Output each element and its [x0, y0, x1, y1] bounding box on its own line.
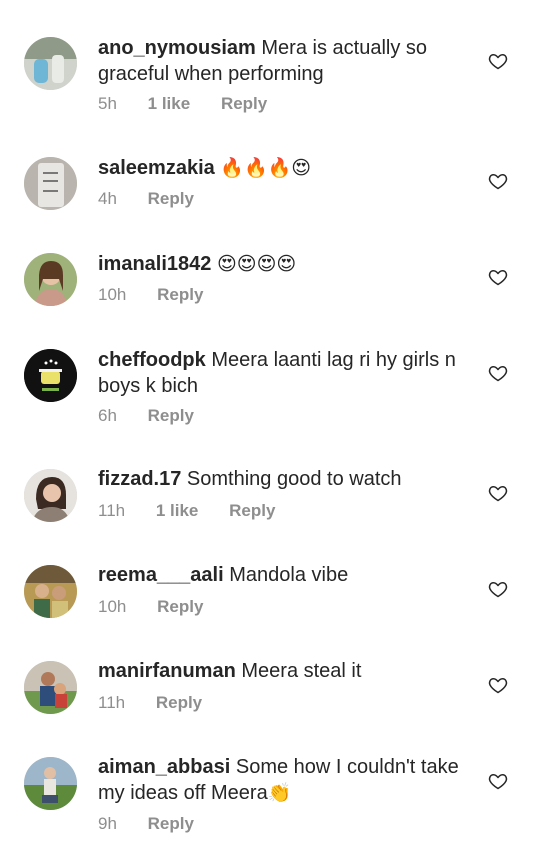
- comment-body: Mandola vibe: [229, 564, 349, 586]
- reply-button[interactable]: Reply: [156, 693, 202, 713]
- comment-text: ano_nymousiam Mera is actually so gracef…: [98, 35, 478, 87]
- avatar[interactable]: [24, 661, 77, 714]
- comment-username[interactable]: imanali1842: [98, 253, 211, 275]
- comment-text: saleemzakia 🔥🔥🔥😍: [98, 155, 478, 181]
- reply-button[interactable]: Reply: [221, 94, 267, 114]
- comment-meta: 11h Reply: [98, 693, 228, 713]
- comment-time: 6h: [98, 406, 117, 425]
- comment-username[interactable]: cheffoodpk: [98, 349, 206, 371]
- comment-time: 10h: [98, 285, 127, 304]
- comment-emoji: 😍😍😍😍: [216, 253, 297, 275]
- heart-outline-icon[interactable]: [488, 51, 508, 71]
- comment-username[interactable]: aiman_abbasi: [98, 756, 230, 778]
- avatar[interactable]: [24, 757, 77, 810]
- comment-body: Meera steal it: [241, 660, 362, 682]
- avatar[interactable]: [24, 349, 77, 402]
- avatar[interactable]: [24, 565, 77, 618]
- comment-time: 4h: [98, 189, 117, 208]
- heart-outline-icon[interactable]: [488, 675, 508, 695]
- heart-outline-icon[interactable]: [488, 363, 508, 383]
- comment-time: 11h: [98, 693, 126, 712]
- comment-username[interactable]: fizzad.17: [98, 468, 181, 490]
- comment-meta: 5h 1 like Reply: [98, 94, 293, 114]
- comment-text: fizzad.17 Somthing good to watch: [98, 466, 478, 492]
- comment-meta: 11h 1 like Reply: [98, 501, 301, 521]
- reply-button[interactable]: Reply: [157, 285, 203, 305]
- comment-text: aiman_abbasi Some how I couldn't take my…: [98, 754, 478, 806]
- comment-username[interactable]: ano_nymousiam: [98, 37, 256, 59]
- heart-outline-icon[interactable]: [488, 579, 508, 599]
- comment-text: imanali1842 😍😍😍😍: [98, 251, 478, 277]
- comment-username[interactable]: reema___aali: [98, 564, 224, 586]
- avatar[interactable]: [24, 469, 77, 522]
- comment-meta: 10h Reply: [98, 285, 229, 305]
- reply-button[interactable]: Reply: [148, 814, 194, 834]
- comment-username[interactable]: manirfanuman: [98, 660, 236, 682]
- comment-emoji: 👏: [267, 782, 292, 804]
- comment-meta: 6h Reply: [98, 406, 220, 426]
- comment-time: 5h: [98, 94, 117, 113]
- avatar[interactable]: [24, 157, 77, 210]
- comment-time: 10h: [98, 597, 127, 616]
- heart-outline-icon[interactable]: [488, 267, 508, 287]
- comment-text: manirfanuman Meera steal it: [98, 658, 478, 684]
- comment-body: Somthing good to watch: [186, 468, 402, 490]
- comment-text: reema___aali Mandola vibe: [98, 562, 478, 588]
- reply-button[interactable]: Reply: [157, 597, 203, 617]
- comment-likes[interactable]: 1 like: [148, 94, 191, 114]
- comment-time: 11h: [98, 501, 126, 520]
- heart-outline-icon[interactable]: [488, 171, 508, 191]
- comment-meta: 10h Reply: [98, 597, 229, 617]
- heart-outline-icon[interactable]: [488, 483, 508, 503]
- reply-button[interactable]: Reply: [229, 501, 275, 521]
- avatar[interactable]: [24, 253, 77, 306]
- comment-text: cheffoodpk Meera laanti lag ri hy girls …: [98, 347, 478, 399]
- comment-likes[interactable]: 1 like: [156, 501, 199, 521]
- comment-time: 9h: [98, 814, 117, 833]
- comment-meta: 4h Reply: [98, 189, 220, 209]
- comment-username[interactable]: saleemzakia: [98, 157, 215, 179]
- reply-button[interactable]: Reply: [148, 406, 194, 426]
- heart-outline-icon[interactable]: [488, 771, 508, 791]
- avatar[interactable]: [24, 37, 77, 90]
- comment-emoji: 🔥🔥🔥😍: [220, 157, 312, 179]
- comment-meta: 9h Reply: [98, 814, 220, 834]
- reply-button[interactable]: Reply: [148, 189, 194, 209]
